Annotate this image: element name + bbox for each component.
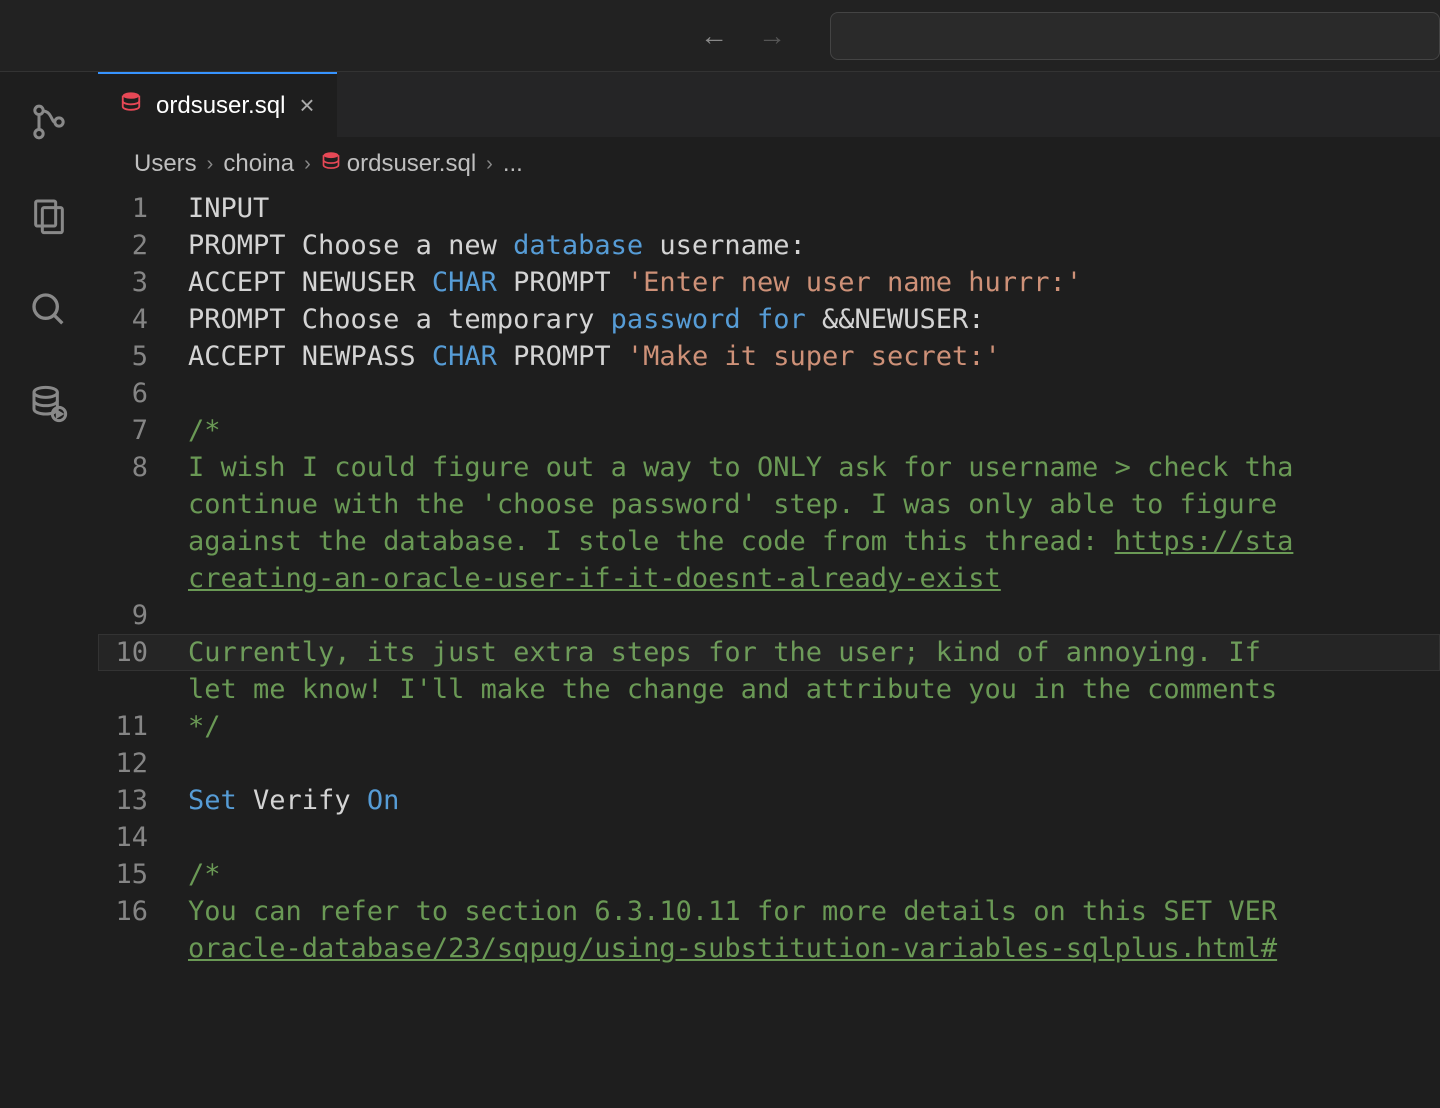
line-number xyxy=(98,671,148,708)
editor-area: ordsuser.sql × Users › choina › ordsuser… xyxy=(98,72,1440,1108)
database-file-icon xyxy=(321,150,341,178)
line-number: 12 xyxy=(98,745,148,782)
database-file-icon xyxy=(120,91,142,120)
line-number xyxy=(98,560,148,597)
line-number: 15 xyxy=(98,856,148,893)
line-number: 9 xyxy=(98,597,148,634)
tab-label: ordsuser.sql xyxy=(156,92,285,120)
line-number xyxy=(98,486,148,523)
source-control-icon[interactable] xyxy=(27,100,71,144)
line-number: 8 xyxy=(98,449,148,486)
main: ordsuser.sql × Users › choina › ordsuser… xyxy=(0,72,1440,1108)
nav-arrows: ← → xyxy=(700,20,786,52)
command-center-search[interactable] xyxy=(830,12,1440,60)
search-icon[interactable] xyxy=(27,288,71,332)
close-icon[interactable]: × xyxy=(299,90,314,121)
line-number: 10 xyxy=(98,634,148,671)
nav-back-icon[interactable]: ← xyxy=(700,20,728,52)
tab-ordsuser[interactable]: ordsuser.sql × xyxy=(98,72,337,137)
line-number: 3 xyxy=(98,264,148,301)
breadcrumb-seg[interactable]: ... xyxy=(503,150,523,178)
chevron-right-icon: › xyxy=(203,153,218,176)
nav-forward-icon: → xyxy=(758,20,786,52)
activity-bar xyxy=(0,72,98,1108)
breadcrumb-seg[interactable]: Users xyxy=(134,150,197,178)
line-number xyxy=(98,523,148,560)
code-editor[interactable]: 1 2 3 4 5 6 7 8 9 10 11 12 13 14 15 16 I… xyxy=(98,190,1440,1108)
breadcrumb-seg[interactable]: choina xyxy=(223,150,294,178)
line-number: 7 xyxy=(98,412,148,449)
breadcrumb-seg[interactable]: ordsuser.sql xyxy=(347,150,476,178)
line-number: 6 xyxy=(98,375,148,412)
line-number: 16 xyxy=(98,893,148,930)
explorer-icon[interactable] xyxy=(27,194,71,238)
chevron-right-icon: › xyxy=(482,153,497,176)
line-number: 11 xyxy=(98,708,148,745)
database-run-icon[interactable] xyxy=(27,382,71,426)
line-number: 2 xyxy=(98,227,148,264)
breadcrumb[interactable]: Users › choina › ordsuser.sql › ... xyxy=(98,138,1440,190)
chevron-right-icon: › xyxy=(300,153,315,176)
line-number: 14 xyxy=(98,819,148,856)
tab-bar: ordsuser.sql × xyxy=(98,72,1440,138)
line-number: 1 xyxy=(98,190,148,227)
line-gutter: 1 2 3 4 5 6 7 8 9 10 11 12 13 14 15 16 xyxy=(98,190,188,1108)
line-number: 5 xyxy=(98,338,148,375)
line-number: 13 xyxy=(98,782,148,819)
code-content[interactable]: INPUTPROMPT Choose a new database userna… xyxy=(188,190,1440,1108)
line-number xyxy=(98,930,148,967)
line-number: 4 xyxy=(98,301,148,338)
titlebar: ← → xyxy=(0,0,1440,72)
